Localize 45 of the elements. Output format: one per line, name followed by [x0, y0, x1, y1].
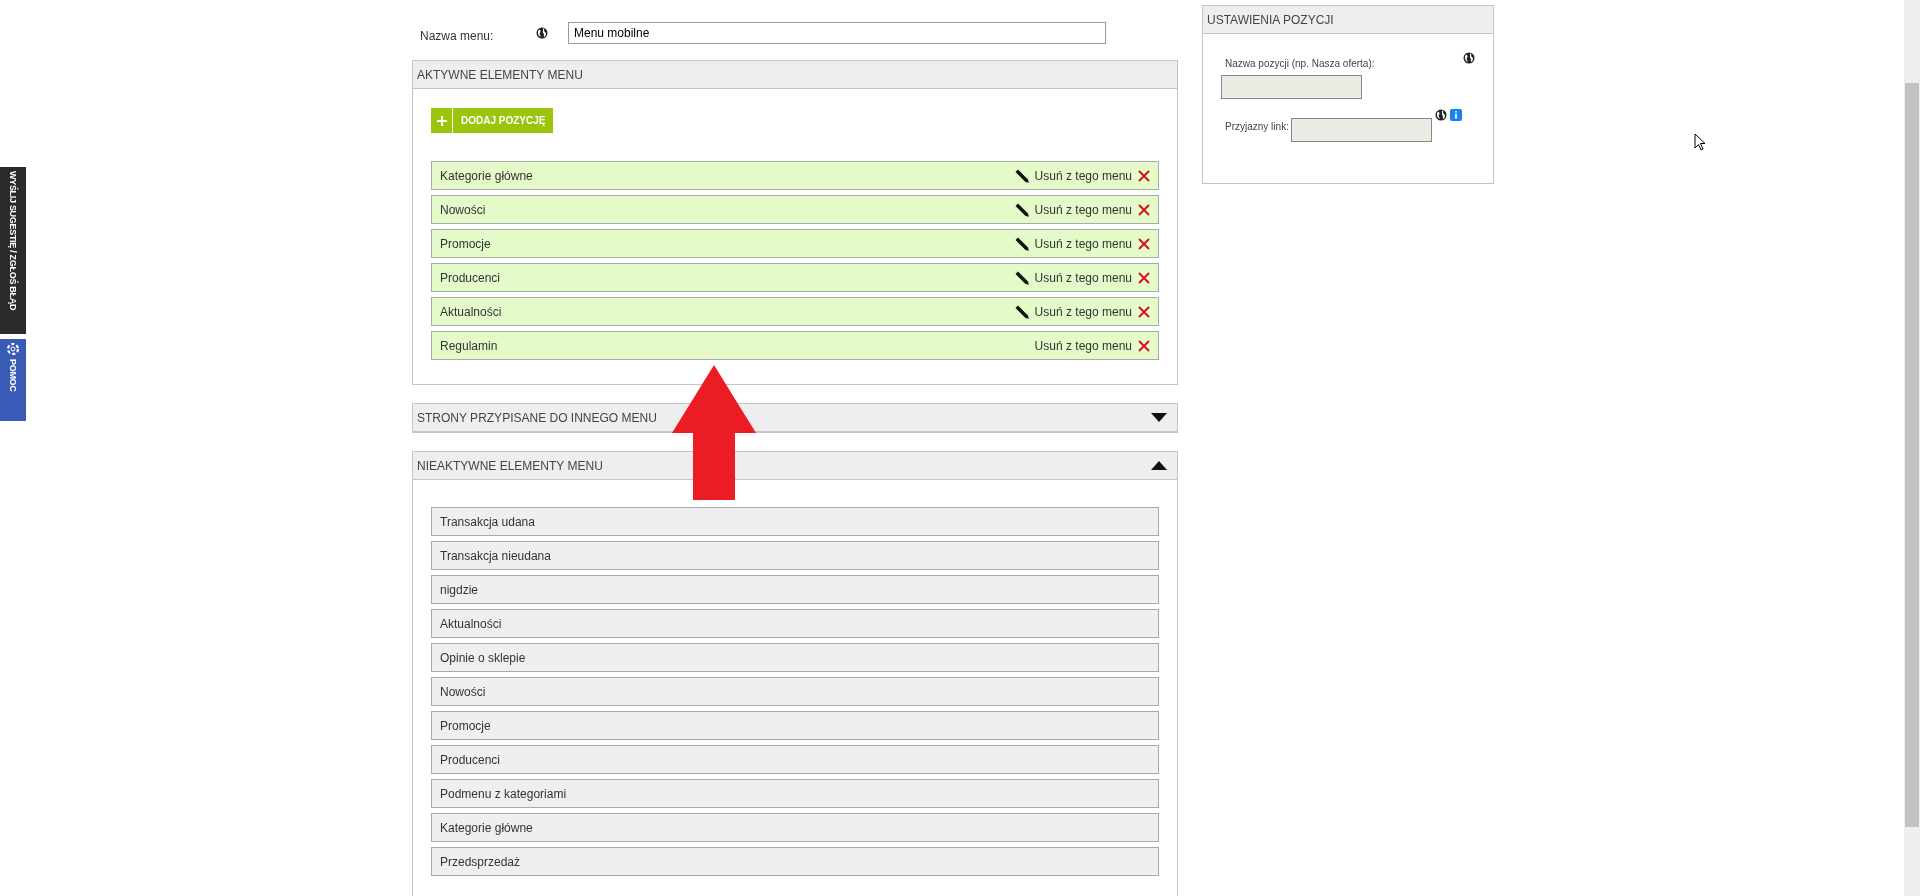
close-icon[interactable] [1138, 271, 1150, 284]
menu-name-label: Nazwa menu: [419, 28, 495, 43]
remove-link[interactable]: Usuń z tego menu [1034, 338, 1132, 353]
item-name-field[interactable] [1221, 75, 1362, 99]
remove-link[interactable]: Usuń z tego menu [1034, 202, 1132, 217]
mouse-cursor-icon [1694, 133, 1706, 151]
close-icon[interactable] [1138, 169, 1150, 182]
friendly-link-label: Przyjazny link: [1225, 121, 1289, 132]
scrollbar-thumb[interactable] [1905, 83, 1919, 827]
pencil-icon[interactable] [1014, 304, 1029, 319]
remove-link[interactable]: Usuń z tego menu [1034, 270, 1132, 285]
panel-title: USTAWIENIA POZYCJI [1207, 12, 1334, 27]
side-tab[interactable]: WYŚLIJ SUGESTIĘ / ZGŁOŚ BŁĄD [0, 167, 26, 334]
globe-icon [1434, 109, 1447, 121]
expand-icon[interactable] [1151, 413, 1167, 422]
remove-link[interactable]: Usuń z tego menu [1034, 304, 1132, 319]
section-header[interactable]: STRONY PRZYPISANE DO INNEGO MENU [413, 404, 1177, 432]
active-menu-item[interactable]: Kategorie główne Usuń z tego menu [431, 161, 1159, 190]
close-icon[interactable] [1138, 339, 1150, 352]
info-icon[interactable] [1449, 109, 1462, 121]
close-icon[interactable] [1138, 305, 1150, 318]
pencil-icon[interactable] [1014, 168, 1029, 183]
remove-link[interactable]: Usuń z tego menu [1034, 168, 1132, 183]
pencil-icon[interactable] [1014, 270, 1029, 285]
active-menu-item[interactable]: Promocje Usuń z tego menu [431, 229, 1159, 258]
plus-icon [435, 114, 448, 127]
active-menu-item[interactable]: Producenci Usuń z tego menu [431, 263, 1159, 292]
globe-icon [536, 27, 548, 39]
close-icon[interactable] [1138, 203, 1150, 216]
active-menu-item[interactable]: Nowości Usuń z tego menu [431, 195, 1159, 224]
menu-name-field[interactable]: Menu mobilne [568, 22, 1106, 44]
lifebuoy-icon [7, 343, 19, 355]
pencil-icon[interactable] [1014, 236, 1029, 251]
item-name-label: Nazwa pozycji (np. Nasza oferta): [1225, 58, 1375, 69]
active-menu-item[interactable]: Aktualności Usuń z tego menu [431, 297, 1159, 326]
friendly-link-field[interactable] [1290, 118, 1432, 142]
collapse-icon[interactable] [1151, 461, 1167, 470]
section-header[interactable]: NIEAKTYWNE ELEMENTY MENU [413, 452, 1177, 480]
remove-link[interactable]: Usuń z tego menu [1034, 236, 1132, 251]
side-tab[interactable]: POMOC [0, 339, 26, 421]
pencil-icon[interactable] [1014, 202, 1029, 217]
active-menu-item[interactable]: Regulamin Usuń z tego menu [431, 331, 1159, 360]
panel-title: AKTYWNE ELEMENTY MENU [417, 67, 583, 82]
close-icon[interactable] [1138, 237, 1150, 250]
globe-icon [1463, 52, 1475, 64]
